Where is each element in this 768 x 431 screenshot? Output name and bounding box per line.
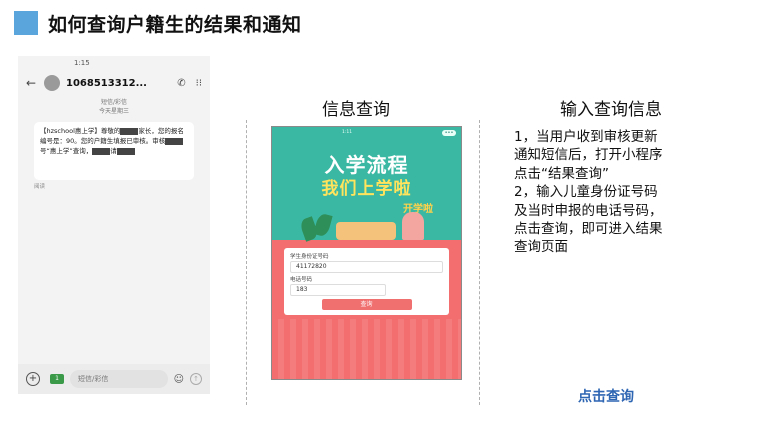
step-line: 及当时申报的电话号码， bbox=[514, 202, 663, 219]
sms-input-field[interactable]: 短信/彩信 bbox=[70, 370, 168, 388]
input-query-label: 输入查询信息 bbox=[560, 100, 662, 120]
sim-card-icon[interactable]: 1 bbox=[50, 374, 64, 384]
title-accent-block bbox=[14, 11, 38, 35]
child-illustration bbox=[402, 212, 424, 240]
instruction-steps: 1，当用户收到审核更新 通知短信后，打开小程序 点击“结果查询” 2，输入儿童身… bbox=[514, 128, 714, 257]
sms-header: ← 1068513312... ✆ ⁝⁝ bbox=[18, 70, 210, 96]
student-id-value: 41172820 bbox=[296, 263, 327, 270]
sms-screenshot: 1:15 ← 1068513312... ✆ ⁝⁝ 短信/彩信 今天星期三 【h… bbox=[18, 56, 210, 394]
info-query-label: 信息查询 bbox=[322, 100, 390, 120]
step-line: 通知短信后，打开小程序 bbox=[514, 147, 663, 164]
send-icon[interactable]: ↑ bbox=[190, 373, 202, 385]
illustration-scene bbox=[298, 208, 436, 242]
redaction-block bbox=[165, 137, 184, 145]
message-text-part: 号“惠上学”查询， bbox=[40, 147, 93, 155]
redaction-block bbox=[120, 127, 139, 135]
phone-status-time: 1:15 bbox=[74, 59, 90, 67]
banner-subheadline: 我们上学啦 bbox=[321, 179, 412, 199]
step-line: 点击“结果查询” bbox=[514, 165, 609, 182]
more-icon[interactable]: ⁝⁝ bbox=[196, 78, 202, 89]
step-line: 查询页面 bbox=[514, 239, 568, 256]
step-line: 2，输入儿童身份证号码 bbox=[514, 184, 658, 201]
section-divider bbox=[479, 120, 480, 405]
phone-label: 电话号码 bbox=[290, 277, 313, 283]
phone-icon[interactable]: ✆ bbox=[177, 78, 185, 89]
back-arrow-icon[interactable]: ← bbox=[26, 76, 40, 90]
redaction-block bbox=[116, 147, 135, 155]
redaction-block bbox=[92, 147, 111, 155]
mini-program-screenshot: 1:11 ••• 入学流程 我们上学啦 开学啦 学生身份证号码 41172820… bbox=[271, 126, 462, 380]
plus-icon[interactable]: + bbox=[26, 372, 40, 386]
contact-number: 1068513312... bbox=[66, 77, 147, 89]
read-receipt: 阅读 bbox=[34, 184, 46, 190]
message-date: 今天星期三 bbox=[98, 108, 129, 115]
slide-title-bar: 如何查询户籍生的结果和通知 bbox=[14, 10, 302, 36]
student-id-label: 学生身份证号码 bbox=[290, 254, 329, 260]
student-id-field[interactable]: 41172820 bbox=[290, 261, 443, 273]
striped-background bbox=[272, 319, 461, 379]
step-line: 1，当用户收到审核更新 bbox=[514, 129, 658, 145]
message-text-part: 【hzschool惠上学】尊敬的 bbox=[40, 127, 121, 135]
step-line: 点击查询，即可进入结果 bbox=[514, 221, 663, 238]
slide-title: 如何查询户籍生的结果和通知 bbox=[48, 13, 302, 36]
message-type: 短信/彩信 bbox=[100, 99, 128, 106]
message-meta: 短信/彩信 今天星期三 bbox=[18, 98, 210, 116]
query-form: 学生身份证号码 41172820 电话号码 183 查询 bbox=[284, 248, 449, 315]
mini-status-time: 1:11 bbox=[342, 130, 353, 135]
section-divider bbox=[246, 120, 247, 405]
mini-menu-icon[interactable]: ••• bbox=[442, 130, 456, 136]
leaf-decoration bbox=[313, 212, 333, 238]
contact-avatar bbox=[44, 75, 60, 91]
phone-value: 183 bbox=[296, 286, 308, 293]
emoji-icon[interactable]: ☺ bbox=[174, 374, 184, 385]
sms-input-bar: + 1 短信/彩信 ☺ ↑ bbox=[18, 364, 210, 394]
sms-message-bubble: 【hzschool惠上学】尊敬的 家长，您的报名编号是：90。您的户籍生填报已审核… bbox=[34, 122, 194, 180]
click-query-link[interactable]: 点击查询 bbox=[578, 386, 634, 406]
query-button[interactable]: 查询 bbox=[321, 299, 412, 310]
enrollment-banner: 1:11 ••• 入学流程 我们上学啦 开学啦 bbox=[272, 127, 461, 242]
school-bag-illustration bbox=[336, 222, 396, 240]
phone-field[interactable]: 183 bbox=[290, 284, 386, 296]
